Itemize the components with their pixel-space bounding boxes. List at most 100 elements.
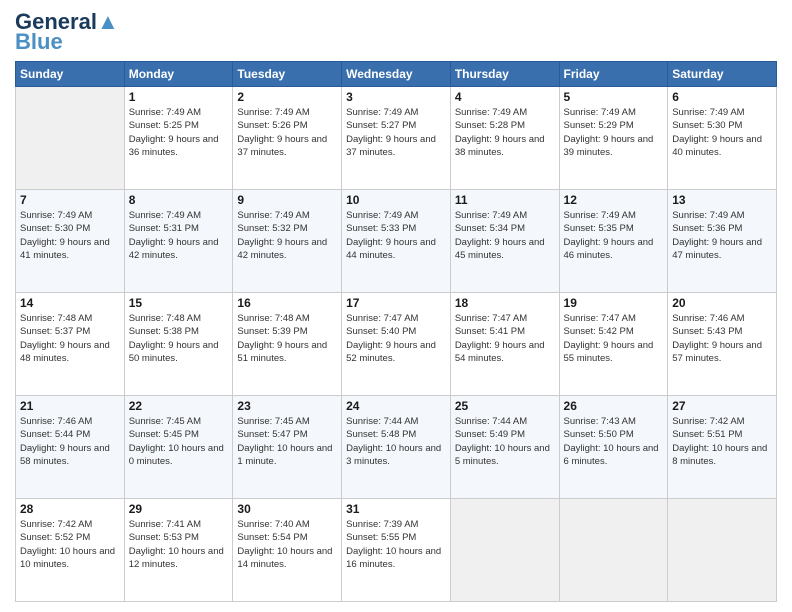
calendar-week-4: 28Sunrise: 7:42 AMSunset: 5:52 PMDayligh… xyxy=(16,499,777,602)
calendar-cell: 22 Sunrise: 7:45 AMSunset: 5:45 PMDayligh… xyxy=(124,396,233,499)
day-info: Sunrise: 7:49 AMSunset: 5:28 PMDaylight:… xyxy=(455,106,555,159)
day-number: 23 xyxy=(237,399,337,413)
calendar-cell: 20 Sunrise: 7:46 AMSunset: 5:43 PMDayligh… xyxy=(668,293,777,396)
day-number: 14 xyxy=(20,296,120,310)
day-number: 7 xyxy=(20,193,120,207)
day-info: Sunrise: 7:48 AMSunset: 5:37 PMDaylight:… xyxy=(20,312,120,365)
day-number: 29 xyxy=(129,502,229,516)
day-number: 11 xyxy=(455,193,555,207)
day-number: 18 xyxy=(455,296,555,310)
calendar-cell: 5Sunrise: 7:49 AMSunset: 5:29 PMDaylight… xyxy=(559,87,668,190)
day-number: 17 xyxy=(346,296,446,310)
day-info: Sunrise: 7:48 AMSunset: 5:38 PMDaylight:… xyxy=(129,312,229,365)
calendar-cell: 17 Sunrise: 7:47 AMSunset: 5:40 PMDayligh… xyxy=(342,293,451,396)
calendar-cell: 12 Sunrise: 7:49 AMSunset: 5:35 PMDayligh… xyxy=(559,190,668,293)
day-info: Sunrise: 7:45 AMSunset: 5:45 PMDaylight:… xyxy=(129,415,229,468)
calendar-cell: 11Sunrise: 7:49 AMSunset: 5:34 PMDayligh… xyxy=(450,190,559,293)
day-info: Sunrise: 7:46 AMSunset: 5:43 PMDaylight:… xyxy=(672,312,772,365)
day-header-wednesday: Wednesday xyxy=(342,62,451,87)
calendar-cell: 13 Sunrise: 7:49 AMSunset: 5:36 PMDayligh… xyxy=(668,190,777,293)
day-number: 22 xyxy=(129,399,229,413)
calendar-cell: 6Sunrise: 7:49 AMSunset: 5:30 PMDaylight… xyxy=(668,87,777,190)
calendar-cell: 25 Sunrise: 7:44 AMSunset: 5:49 PMDayligh… xyxy=(450,396,559,499)
page: General▲ Blue SundayMondayTuesdayWednesd… xyxy=(0,0,792,612)
day-number: 26 xyxy=(564,399,664,413)
day-info: Sunrise: 7:49 AMSunset: 5:32 PMDaylight:… xyxy=(237,209,337,262)
day-info: Sunrise: 7:44 AMSunset: 5:49 PMDaylight:… xyxy=(455,415,555,468)
calendar-cell: 24 Sunrise: 7:44 AMSunset: 5:48 PMDayligh… xyxy=(342,396,451,499)
day-number: 15 xyxy=(129,296,229,310)
day-info: Sunrise: 7:49 AMSunset: 5:30 PMDaylight:… xyxy=(20,209,120,262)
day-info: Sunrise: 7:47 AMSunset: 5:42 PMDaylight:… xyxy=(564,312,664,365)
day-number: 25 xyxy=(455,399,555,413)
calendar-cell: 4 Sunrise: 7:49 AMSunset: 5:28 PMDaylight… xyxy=(450,87,559,190)
calendar-cell: 3 Sunrise: 7:49 AMSunset: 5:27 PMDaylight… xyxy=(342,87,451,190)
calendar-week-2: 14 Sunrise: 7:48 AMSunset: 5:37 PMDayligh… xyxy=(16,293,777,396)
day-number: 8 xyxy=(129,193,229,207)
calendar-cell: 19Sunrise: 7:47 AMSunset: 5:42 PMDayligh… xyxy=(559,293,668,396)
calendar-cell: 29 Sunrise: 7:41 AMSunset: 5:53 PMDayligh… xyxy=(124,499,233,602)
calendar-cell: 31 Sunrise: 7:39 AMSunset: 5:55 PMDayligh… xyxy=(342,499,451,602)
day-number: 4 xyxy=(455,90,555,104)
calendar-cell xyxy=(559,499,668,602)
day-info: Sunrise: 7:47 AMSunset: 5:41 PMDaylight:… xyxy=(455,312,555,365)
day-number: 12 xyxy=(564,193,664,207)
day-number: 1 xyxy=(129,90,229,104)
day-number: 20 xyxy=(672,296,772,310)
day-number: 13 xyxy=(672,193,772,207)
calendar-cell: 7 Sunrise: 7:49 AMSunset: 5:30 PMDaylight… xyxy=(16,190,125,293)
calendar-cell: 10 Sunrise: 7:49 AMSunset: 5:33 PMDayligh… xyxy=(342,190,451,293)
day-number: 24 xyxy=(346,399,446,413)
day-number: 3 xyxy=(346,90,446,104)
calendar-cell: 1Sunrise: 7:49 AMSunset: 5:25 PMDaylight… xyxy=(124,87,233,190)
calendar-cell: 18 Sunrise: 7:47 AMSunset: 5:41 PMDayligh… xyxy=(450,293,559,396)
day-header-tuesday: Tuesday xyxy=(233,62,342,87)
day-info: Sunrise: 7:45 AMSunset: 5:47 PMDaylight:… xyxy=(237,415,337,468)
day-info: Sunrise: 7:41 AMSunset: 5:53 PMDaylight:… xyxy=(129,518,229,571)
calendar-cell xyxy=(16,87,125,190)
calendar-cell: 26 Sunrise: 7:43 AMSunset: 5:50 PMDayligh… xyxy=(559,396,668,499)
calendar-cell: 8 Sunrise: 7:49 AMSunset: 5:31 PMDaylight… xyxy=(124,190,233,293)
day-number: 28 xyxy=(20,502,120,516)
day-info: Sunrise: 7:39 AMSunset: 5:55 PMDaylight:… xyxy=(346,518,446,571)
day-header-thursday: Thursday xyxy=(450,62,559,87)
calendar-week-3: 21Sunrise: 7:46 AMSunset: 5:44 PMDayligh… xyxy=(16,396,777,499)
day-number: 10 xyxy=(346,193,446,207)
day-number: 27 xyxy=(672,399,772,413)
calendar-week-0: 1Sunrise: 7:49 AMSunset: 5:25 PMDaylight… xyxy=(16,87,777,190)
calendar-cell: 30 Sunrise: 7:40 AMSunset: 5:54 PMDayligh… xyxy=(233,499,342,602)
day-info: Sunrise: 7:40 AMSunset: 5:54 PMDaylight:… xyxy=(237,518,337,571)
day-info: Sunrise: 7:49 AMSunset: 5:35 PMDaylight:… xyxy=(564,209,664,262)
calendar-cell: 15 Sunrise: 7:48 AMSunset: 5:38 PMDayligh… xyxy=(124,293,233,396)
day-number: 30 xyxy=(237,502,337,516)
day-info: Sunrise: 7:48 AMSunset: 5:39 PMDaylight:… xyxy=(237,312,337,365)
day-info: Sunrise: 7:42 AMSunset: 5:51 PMDaylight:… xyxy=(672,415,772,468)
calendar-header-row: SundayMondayTuesdayWednesdayThursdayFrid… xyxy=(16,62,777,87)
day-info: Sunrise: 7:49 AMSunset: 5:29 PMDaylight:… xyxy=(564,106,664,159)
day-header-monday: Monday xyxy=(124,62,233,87)
day-info: Sunrise: 7:49 AMSunset: 5:26 PMDaylight:… xyxy=(237,106,337,159)
day-info: Sunrise: 7:49 AMSunset: 5:36 PMDaylight:… xyxy=(672,209,772,262)
day-info: Sunrise: 7:44 AMSunset: 5:48 PMDaylight:… xyxy=(346,415,446,468)
day-info: Sunrise: 7:43 AMSunset: 5:50 PMDaylight:… xyxy=(564,415,664,468)
day-number: 16 xyxy=(237,296,337,310)
day-info: Sunrise: 7:49 AMSunset: 5:27 PMDaylight:… xyxy=(346,106,446,159)
calendar-cell: 21Sunrise: 7:46 AMSunset: 5:44 PMDayligh… xyxy=(16,396,125,499)
calendar-cell xyxy=(450,499,559,602)
calendar-cell: 9 Sunrise: 7:49 AMSunset: 5:32 PMDaylight… xyxy=(233,190,342,293)
day-info: Sunrise: 7:49 AMSunset: 5:31 PMDaylight:… xyxy=(129,209,229,262)
day-number: 9 xyxy=(237,193,337,207)
logo: General▲ Blue xyxy=(15,10,119,53)
calendar-cell: 16 Sunrise: 7:48 AMSunset: 5:39 PMDayligh… xyxy=(233,293,342,396)
calendar-cell: 2Sunrise: 7:49 AMSunset: 5:26 PMDaylight… xyxy=(233,87,342,190)
calendar-cell: 28Sunrise: 7:42 AMSunset: 5:52 PMDayligh… xyxy=(16,499,125,602)
day-number: 6 xyxy=(672,90,772,104)
calendar-cell: 27 Sunrise: 7:42 AMSunset: 5:51 PMDayligh… xyxy=(668,396,777,499)
logo-blue: Blue xyxy=(15,31,63,53)
day-header-friday: Friday xyxy=(559,62,668,87)
day-number: 31 xyxy=(346,502,446,516)
day-info: Sunrise: 7:47 AMSunset: 5:40 PMDaylight:… xyxy=(346,312,446,365)
header: General▲ Blue xyxy=(15,10,777,53)
day-info: Sunrise: 7:49 AMSunset: 5:33 PMDaylight:… xyxy=(346,209,446,262)
calendar-cell: 14 Sunrise: 7:48 AMSunset: 5:37 PMDayligh… xyxy=(16,293,125,396)
